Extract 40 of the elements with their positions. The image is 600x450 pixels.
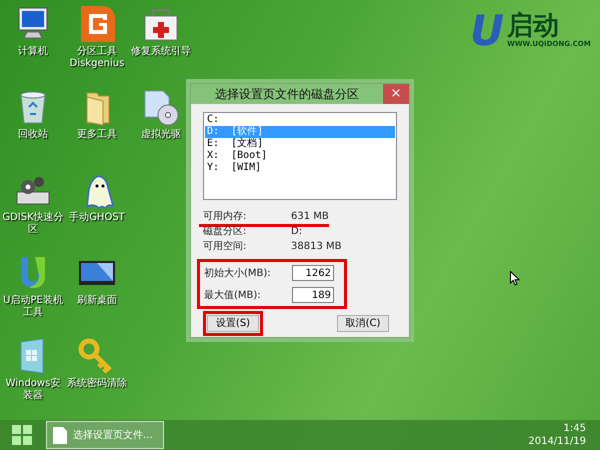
clock-time: 1:45 — [564, 422, 586, 435]
field-label: 初始大小(MB): — [204, 266, 272, 280]
dialog-button[interactable]: 取消(C) — [337, 315, 389, 332]
desktop-icon-label[interactable]: 计算机 — [2, 46, 64, 58]
desktop-icon-label[interactable]: 修复系统引导 — [130, 46, 192, 58]
drive-list-item[interactable]: C: — [205, 114, 395, 126]
window-title: 选择设置页文件的磁盘分区 — [214, 86, 360, 103]
desktop-icon-label[interactable]: 更多工具 — [66, 129, 128, 141]
size-input-field[interactable]: 189 — [292, 287, 334, 303]
cursor-icon — [510, 271, 520, 286]
logo-name: 启动 — [507, 12, 560, 39]
clock-date: 2014/11/19 — [528, 435, 586, 448]
info-label: 可用内存: — [203, 210, 248, 224]
size-input-field[interactable]: 1262 — [292, 265, 334, 281]
info-value: 38813 MB — [291, 240, 342, 254]
desktop-icon-label[interactable]: 分区工具 Diskgenius — [66, 46, 128, 70]
windows-logo-icon — [12, 425, 32, 445]
drive-list-item[interactable]: Y: [WIM] — [205, 162, 395, 174]
desktop-icon-label[interactable]: U启动PE装机工具 — [2, 295, 64, 319]
drive-list-item[interactable]: D: [软件] — [205, 126, 395, 138]
close-button[interactable]: × — [383, 84, 409, 104]
drive-list-item[interactable]: E: [文档] — [205, 138, 395, 150]
desktop-icon-label[interactable]: 回收站 — [2, 129, 64, 141]
desktop-icon-label[interactable]: 虚拟光驱 — [130, 129, 192, 141]
taskbar-item[interactable]: 选择设置页文件... — [46, 421, 164, 449]
info-value: 631 MB — [291, 210, 329, 224]
desktop-icon-label[interactable]: 刷新桌面 — [66, 295, 128, 307]
desktop-icon-label[interactable]: Windows安装器 — [2, 378, 64, 402]
field-label: 最大值(MB): — [204, 288, 262, 302]
document-icon — [53, 426, 67, 444]
desktop-icon-label[interactable]: 系统密码清除 — [66, 378, 128, 390]
drive-list-item[interactable]: X: [Boot] — [205, 150, 395, 162]
drive-list[interactable]: C: D: [软件] E: [文档] X: [Boot] Y: [WIM] — [203, 112, 397, 200]
info-label: 可用空间: — [203, 240, 248, 254]
desktop-icon-label[interactable]: 手动GHOST — [66, 212, 128, 224]
dialog-button[interactable]: 设置(S) — [207, 315, 259, 332]
info-value: D: — [291, 224, 302, 238]
logo-mark: U — [470, 10, 504, 52]
info-label: 磁盘分区: — [203, 224, 248, 238]
desktop-icon-label[interactable]: GDISK快速分区 — [2, 212, 64, 236]
